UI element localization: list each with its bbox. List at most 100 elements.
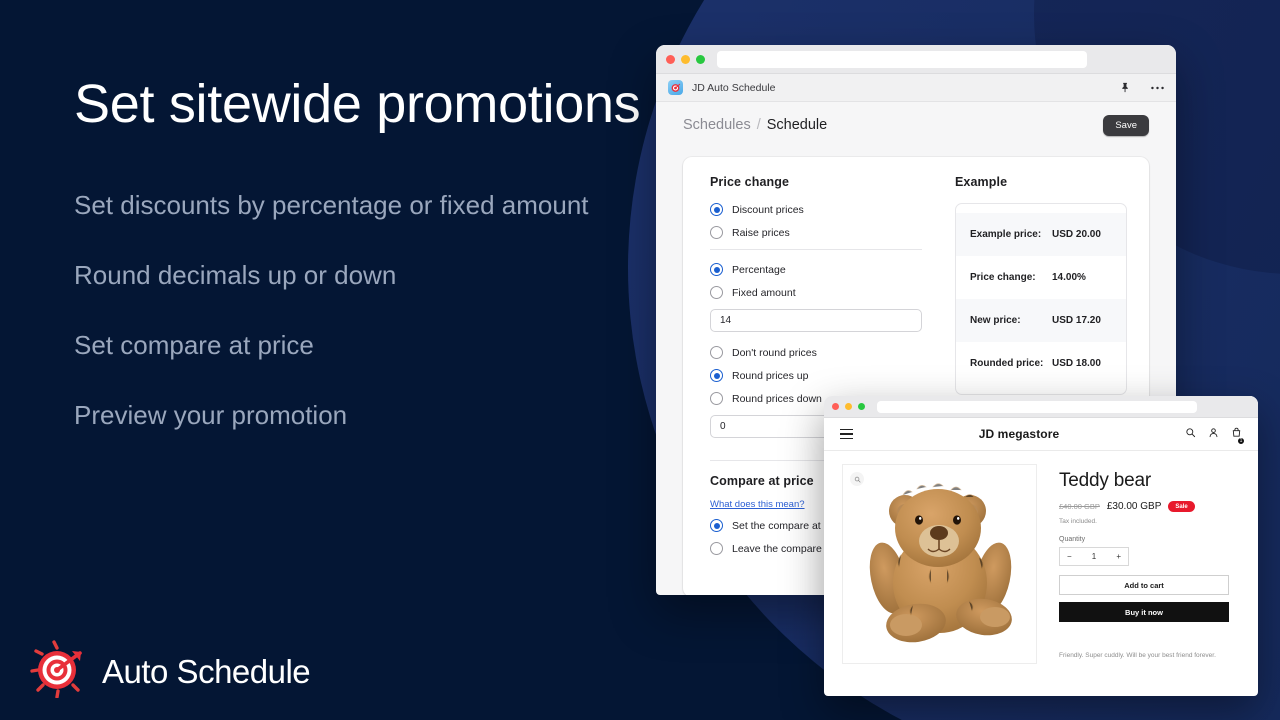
close-icon[interactable] (666, 54, 675, 64)
table-row: New price: USD 17.20 (956, 299, 1126, 342)
list-item: Set discounts by percentage or fixed amo… (74, 190, 589, 220)
target-arrow-icon (30, 640, 88, 703)
direction-radio-group: Discount prices Raise prices (710, 203, 933, 239)
save-button[interactable]: Save (1103, 114, 1149, 136)
window-controls[interactable] (666, 54, 705, 64)
search-icon[interactable] (1185, 425, 1196, 443)
radio-option-raise-prices[interactable]: Raise prices (710, 226, 933, 239)
section-title-price-change: Price change (710, 175, 790, 189)
what-does-this-mean-link[interactable]: What does this mean? (710, 499, 805, 510)
maximize-icon[interactable] (696, 54, 705, 64)
radio-icon[interactable] (710, 542, 723, 555)
hamburger-icon[interactable] (840, 429, 853, 439)
product-title: Teddy bear (1059, 470, 1152, 491)
storefront-header: JD megastore 1 (824, 418, 1258, 451)
radio-option-percentage[interactable]: Percentage (710, 263, 933, 276)
compare-at-price: £40.00 GBP (1059, 502, 1100, 511)
row-label: Example price: (970, 229, 1042, 240)
radio-icon[interactable] (710, 203, 723, 216)
add-to-cart-button[interactable]: Add to cart (1059, 575, 1229, 595)
radio-option-fixed-amount[interactable]: Fixed amount (710, 286, 933, 299)
close-icon[interactable] (832, 403, 839, 410)
storefront-window: JD megastore 1 Teddy bear £40.00 GBP £30… (824, 396, 1258, 696)
table-row: Rounded price: USD 18.00 (956, 342, 1126, 385)
product-details: Teddy bear £40.00 GBP £30.00 GBP Sale Ta… (1059, 464, 1242, 664)
product-description: Friendly. Super cuddly. Will be your bes… (1059, 652, 1216, 659)
teddy-bear-illustration (843, 465, 1036, 663)
breadcrumb-separator: / (756, 117, 761, 133)
product-image[interactable] (842, 464, 1037, 664)
row-label: Rounded price: (970, 358, 1044, 369)
cart-icon[interactable]: 1 (1231, 425, 1245, 445)
minimize-icon[interactable] (845, 403, 852, 410)
row-value: USD 18.00 (1052, 358, 1101, 369)
store-name: JD megastore (978, 427, 1060, 441)
radio-label: Don't round prices (732, 346, 817, 359)
brand-logo: Auto Schedule (30, 640, 311, 703)
account-icon[interactable] (1208, 425, 1219, 443)
storefront-header-icons: 1 (1185, 425, 1245, 445)
row-value: 14.00% (1052, 272, 1086, 283)
page-header: Schedules / Schedule Save (656, 102, 1176, 148)
radio-label: Raise prices (732, 226, 790, 239)
address-bar[interactable] (717, 50, 1087, 68)
app-title: JD Auto Schedule (692, 81, 776, 94)
minimize-icon[interactable] (681, 54, 690, 64)
radio-option-round-up[interactable]: Round prices up (710, 369, 933, 382)
marketing-panel: Set sitewide promotions Set discounts by… (74, 74, 654, 433)
radio-icon[interactable] (710, 286, 723, 299)
amount-input[interactable]: 14 (710, 309, 922, 332)
radio-icon[interactable] (710, 519, 723, 532)
status-badge: Sale (1168, 501, 1195, 512)
radio-icon[interactable] (710, 346, 723, 359)
quantity-decrement-button[interactable]: − (1067, 552, 1072, 561)
ellipsis-icon[interactable] (1151, 86, 1164, 90)
table-row: Example price: USD 20.00 (956, 213, 1126, 256)
row-value: USD 17.20 (1052, 315, 1101, 326)
admin-window-chrome (656, 45, 1176, 74)
current-price: £30.00 GBP (1106, 501, 1162, 512)
radio-icon[interactable] (710, 263, 723, 276)
row-label: New price: (970, 315, 1021, 326)
radio-icon[interactable] (710, 369, 723, 382)
quantity-stepper[interactable]: − 1 + (1059, 547, 1129, 566)
tax-note: Tax included. (1059, 518, 1097, 525)
list-item: Round decimals up or down (74, 260, 397, 290)
breadcrumb-current: Schedule (766, 117, 828, 133)
maximize-icon[interactable] (858, 403, 865, 410)
auto-schedule-app-icon (668, 80, 683, 95)
price-row: £40.00 GBP £30.00 GBP Sale (1059, 501, 1242, 512)
cart-count-badge: 1 (1237, 437, 1245, 445)
type-radio-group: Percentage Fixed amount (710, 263, 933, 299)
product-page: Teddy bear £40.00 GBP £30.00 GBP Sale Ta… (824, 451, 1258, 664)
list-item: Preview your promotion (74, 400, 348, 430)
pin-icon[interactable] (1120, 82, 1131, 93)
radio-label: Round prices down (732, 392, 822, 405)
page-title: Set sitewide promotions (74, 74, 641, 134)
quantity-label: Quantity (1059, 536, 1086, 543)
radio-icon[interactable] (710, 392, 723, 405)
storefront-window-chrome (824, 396, 1258, 418)
window-controls[interactable] (832, 403, 865, 410)
radio-icon[interactable] (710, 226, 723, 239)
quantity-value: 1 (1091, 552, 1097, 561)
list-item: Set compare at price (74, 330, 314, 360)
breadcrumb-parent[interactable]: Schedules (683, 117, 751, 133)
table-row: Price change: 14.00% (956, 256, 1126, 299)
radio-label: Percentage (732, 263, 786, 276)
radio-label: Fixed amount (732, 286, 796, 299)
buy-it-now-button[interactable]: Buy it now (1059, 602, 1229, 622)
radio-label: Discount prices (732, 203, 804, 216)
row-value: USD 20.00 (1052, 229, 1101, 240)
feature-list: Set discounts by percentage or fixed amo… (74, 187, 654, 433)
quantity-increment-button[interactable]: + (1116, 552, 1121, 561)
logo-text: Auto Schedule (102, 652, 311, 690)
radio-option-dont-round[interactable]: Don't round prices (710, 346, 933, 359)
section-title-example: Example (955, 175, 1008, 189)
divider (710, 249, 922, 250)
address-bar[interactable] (877, 400, 1197, 413)
radio-label: Round prices up (732, 369, 809, 382)
app-header-bar: JD Auto Schedule (656, 74, 1176, 102)
radio-option-discount-prices[interactable]: Discount prices (710, 203, 933, 216)
zoom-icon[interactable] (850, 472, 864, 486)
